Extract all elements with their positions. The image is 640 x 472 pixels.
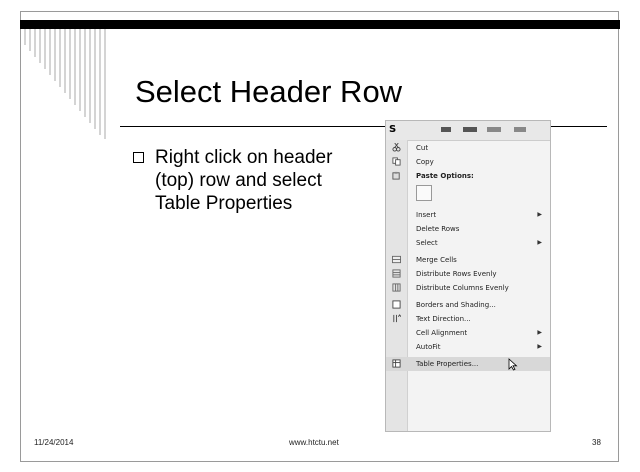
- footer-date: 11/24/2014: [34, 438, 74, 447]
- context-menu-screenshot: S Cut Copy Paste Options: Insert ▶ Delet…: [385, 120, 551, 432]
- paste-icon: [392, 171, 400, 180]
- text-direction-icon: [393, 314, 401, 323]
- toolbar-icon[interactable]: [487, 127, 501, 132]
- bullet-text: Right click on header (top) row and sele…: [155, 147, 333, 214]
- toolbar-icon[interactable]: [514, 127, 526, 132]
- menu-item-paste-options: Paste Options:: [386, 169, 550, 183]
- bullet-box-icon: [133, 152, 144, 163]
- menu-label: Select: [416, 239, 438, 247]
- menu-label: Copy: [416, 158, 434, 166]
- menu-item-copy[interactable]: Copy: [386, 155, 550, 169]
- menu-item-borders-shading[interactable]: Borders and Shading...: [386, 298, 550, 312]
- toolbar-icon[interactable]: [463, 127, 477, 132]
- menu-label: Paste Options:: [416, 172, 474, 180]
- menu-item-distribute-rows[interactable]: Distribute Rows Evenly: [386, 267, 550, 281]
- menu-item-merge-cells[interactable]: Merge Cells: [386, 253, 550, 267]
- menu-label: Insert: [416, 211, 437, 219]
- menu-label: Text Direction...: [416, 315, 471, 323]
- menu-item-cell-alignment[interactable]: Cell Alignment ▶: [386, 326, 550, 340]
- menu-item-select[interactable]: Select ▶: [386, 236, 550, 250]
- paste-option-keep-formatting[interactable]: [386, 183, 550, 205]
- menu-item-text-direction[interactable]: Text Direction...: [386, 312, 550, 326]
- menu-label: AutoFit: [416, 343, 441, 351]
- bullet-point: Right click on header (top) row and sele…: [133, 146, 363, 215]
- submenu-arrow-icon: ▶: [537, 343, 542, 350]
- menu-label: Borders and Shading...: [416, 301, 496, 309]
- menu-label: Merge Cells: [416, 256, 457, 264]
- top-bar: [20, 20, 620, 29]
- menu-label: Delete Rows: [416, 225, 460, 233]
- menu-label: Cut: [416, 144, 429, 152]
- decorative-lines: [24, 29, 106, 139]
- footer-website: www.htctu.net: [289, 438, 339, 447]
- footer-page-number: 38: [592, 438, 601, 447]
- menu-label: Distribute Rows Evenly: [416, 270, 497, 278]
- toolbar-icon[interactable]: [441, 127, 451, 132]
- menu-item-insert[interactable]: Insert ▶: [386, 208, 550, 222]
- copy-icon: [392, 157, 401, 166]
- submenu-arrow-icon: ▶: [537, 239, 542, 246]
- menu-item-distribute-columns[interactable]: Distribute Columns Evenly: [386, 281, 550, 295]
- menu-item-delete-rows[interactable]: Delete Rows: [386, 222, 550, 236]
- mouse-cursor-icon: [508, 358, 518, 371]
- scissors-icon: [392, 143, 401, 152]
- menu-label: Cell Alignment: [416, 329, 468, 337]
- slide-title: Select Header Row: [135, 74, 403, 109]
- distribute-rows-icon: [392, 269, 401, 278]
- table-properties-icon: [392, 359, 401, 368]
- menu-item-autofit[interactable]: AutoFit ▶: [386, 340, 550, 354]
- mini-toolbar: S: [386, 121, 550, 141]
- menu-item-table-properties[interactable]: Table Properties...: [386, 357, 550, 371]
- menu-label: Table Properties...: [416, 360, 479, 368]
- menu-item-cut[interactable]: Cut: [386, 141, 550, 155]
- paste-keep-format-icon: [416, 185, 432, 201]
- merge-cells-icon: [392, 255, 401, 264]
- menu-label: Distribute Columns Evenly: [416, 284, 509, 292]
- borders-icon: [392, 300, 401, 309]
- submenu-arrow-icon: ▶: [537, 329, 542, 336]
- submenu-arrow-icon: ▶: [537, 211, 542, 218]
- style-letter: S: [389, 124, 397, 135]
- distribute-columns-icon: [392, 283, 401, 292]
